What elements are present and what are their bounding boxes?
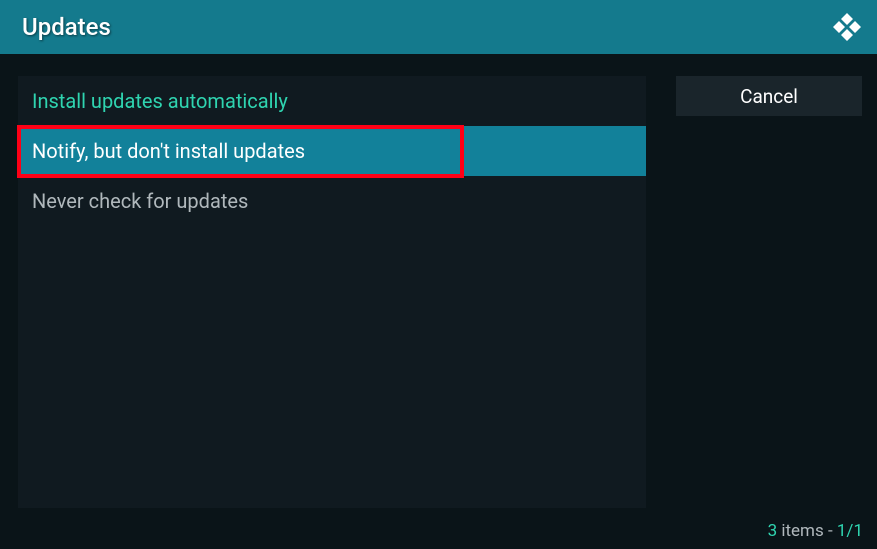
option-install-auto[interactable]: Install updates automatically xyxy=(18,76,646,126)
page-indicator: 1/1 xyxy=(837,521,863,541)
updates-dialog: Updates Install updates automatically No… xyxy=(0,0,877,549)
dialog-title: Updates xyxy=(22,13,111,41)
cancel-label: Cancel xyxy=(740,85,798,108)
option-never-check[interactable]: Never check for updates xyxy=(18,176,646,226)
items-label: items xyxy=(781,521,828,541)
option-label: Never check for updates xyxy=(32,189,248,213)
titlebar: Updates xyxy=(0,0,877,54)
option-notify-only[interactable]: Notify, but don't install updates xyxy=(18,126,646,176)
side-panel: Cancel xyxy=(646,76,862,521)
dialog-content: Install updates automatically Notify, bu… xyxy=(0,54,877,521)
option-label: Notify, but don't install updates xyxy=(32,139,305,163)
item-count: 3 xyxy=(768,521,778,541)
cancel-button[interactable]: Cancel xyxy=(676,76,862,116)
footer-status: 3 items - 1/1 xyxy=(768,521,877,549)
option-label: Install updates automatically xyxy=(32,89,288,113)
kodi-logo-icon xyxy=(831,11,863,43)
separator: - xyxy=(828,521,837,541)
options-list: Install updates automatically Notify, bu… xyxy=(18,76,646,508)
